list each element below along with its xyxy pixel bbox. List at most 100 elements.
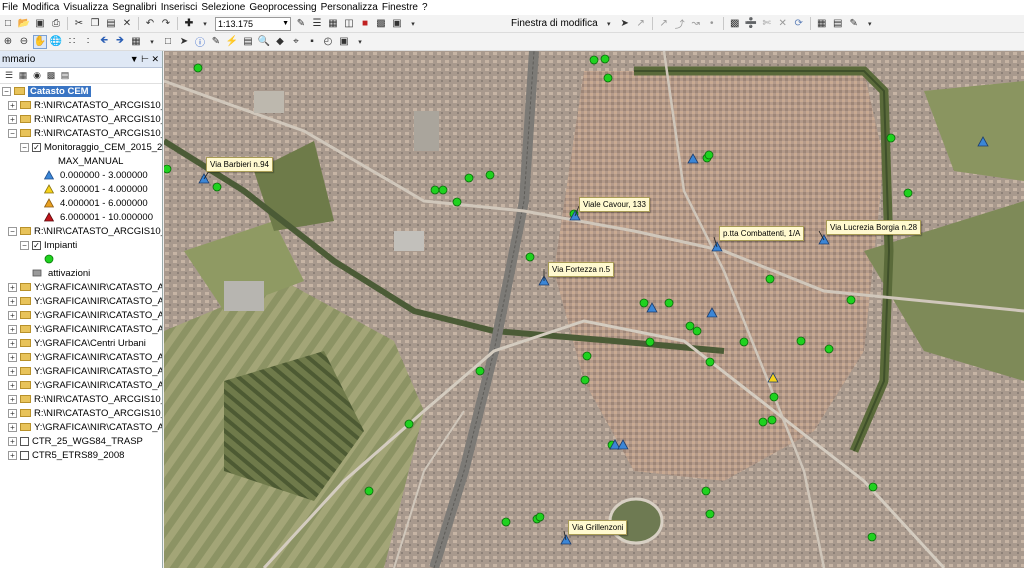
expand-icon[interactable]: +: [8, 422, 17, 432]
point-icon[interactable]: •: [705, 17, 719, 31]
catalog-icon[interactable]: ▦: [326, 17, 340, 31]
plants-layer-row[interactable]: − ✓ Impianti: [0, 238, 162, 252]
map-callout-label[interactable]: Via Lucrezia Borgia n.28: [826, 220, 922, 235]
expand-icon[interactable]: +: [8, 380, 17, 390]
map-callout-label[interactable]: Via Grillenzoni: [568, 520, 628, 535]
sketch-properties-icon[interactable]: ▤: [831, 17, 845, 31]
map-callout-label[interactable]: p.tta Combattenti, 1/A: [719, 226, 805, 241]
editor-dropdown-icon[interactable]: ▾: [602, 17, 616, 31]
edit-annotation-icon[interactable]: ↗: [634, 17, 648, 31]
plant-site-marker[interactable]: [705, 509, 715, 519]
plant-site-marker[interactable]: [846, 295, 856, 305]
layer-row[interactable]: + CTR5_ETRS89_2008: [0, 448, 162, 462]
list-by-visibility-icon[interactable]: ◉: [31, 70, 43, 82]
rotate-icon[interactable]: ⟳: [792, 17, 806, 31]
undo-icon[interactable]: ↶: [143, 17, 157, 31]
expand-icon[interactable]: +: [8, 282, 17, 292]
cut-icon[interactable]: ✂: [72, 17, 86, 31]
editor-menu[interactable]: Finestra di modifica: [511, 18, 598, 29]
full-extent-icon[interactable]: 🌐: [49, 35, 63, 49]
layer-group-row[interactable]: + R:\NIR\CATASTO_ARCGIS10_fir: [0, 98, 162, 112]
add-data-icon[interactable]: ✚: [182, 17, 196, 31]
toolbar-options-icon[interactable]: ▾: [406, 17, 420, 31]
legend-class-row[interactable]: 4.000001 - 6.000000: [0, 196, 162, 210]
layer-group-row[interactable]: + R:\NIR\CATASTO_ARCGIS10_fir: [0, 392, 162, 406]
plant-site-marker[interactable]: [705, 357, 715, 367]
plant-site-marker[interactable]: [765, 274, 775, 284]
collapse-icon[interactable]: −: [2, 86, 11, 96]
tree-root-row[interactable]: − Catasto CEM: [0, 84, 162, 98]
expand-icon[interactable]: +: [8, 310, 17, 320]
expand-icon[interactable]: +: [8, 366, 17, 376]
plant-site-marker[interactable]: [501, 517, 511, 527]
cut-polygons-icon[interactable]: ✄: [760, 17, 774, 31]
plants-sublayer-row[interactable]: attivazioni: [0, 266, 162, 280]
save-icon[interactable]: ▣: [33, 17, 47, 31]
straight-segment-icon[interactable]: ↗: [657, 17, 671, 31]
plant-site-marker[interactable]: [886, 133, 896, 143]
endpoint-arc-icon[interactable]: ⤴: [673, 17, 687, 31]
map-callout-label[interactable]: Viale Cavour, 133: [579, 197, 651, 212]
layer-visibility-checkbox[interactable]: [20, 436, 29, 446]
arctoolbox-icon[interactable]: ■: [358, 17, 372, 31]
select-elements-icon[interactable]: ➤: [177, 35, 191, 49]
forward-icon[interactable]: 🡺: [113, 35, 127, 49]
monitoring-layer-row[interactable]: − ✓ Monitoraggio_CEM_2015_2C: [0, 140, 162, 154]
redo-icon[interactable]: ↷: [159, 17, 173, 31]
menu-segnalibri[interactable]: Segnalibri: [112, 2, 160, 13]
model-builder-icon[interactable]: ▣: [390, 17, 404, 31]
layer-group-row[interactable]: + R:\NIR\CATASTO_ARCGIS10_fir: [0, 406, 162, 420]
menu-finestre[interactable]: Finestre: [382, 2, 422, 13]
edit-vertices-icon[interactable]: ▩: [728, 17, 742, 31]
html-popup-2-icon[interactable]: ▤: [241, 35, 255, 49]
expand-icon[interactable]: +: [8, 436, 17, 446]
plant-site-marker[interactable]: [664, 298, 674, 308]
layer-group-row[interactable]: − R:\NIR\CATASTO_ARCGIS10_fir: [0, 224, 162, 238]
print-icon[interactable]: ⎙: [49, 17, 63, 31]
plant-site-marker[interactable]: [600, 54, 610, 64]
list-by-selection-icon[interactable]: ▩: [45, 70, 57, 82]
go-to-xy-icon[interactable]: ⌖: [289, 35, 303, 49]
plant-site-marker[interactable]: [769, 392, 779, 402]
plant-site-marker[interactable]: [767, 415, 777, 425]
layer-group-row[interactable]: + Y:\GRAFICA\NIR\CATASTO_ARC: [0, 294, 162, 308]
plant-site-marker[interactable]: [867, 532, 877, 542]
new-document-icon[interactable]: □: [1, 17, 15, 31]
legend-class-row[interactable]: 3.000001 - 4.000000: [0, 182, 162, 196]
map-canvas[interactable]: [164, 51, 1024, 568]
paste-icon[interactable]: ▤: [104, 17, 118, 31]
plant-site-marker[interactable]: [903, 188, 913, 198]
plant-site-marker[interactable]: [535, 512, 545, 522]
fixed-zoom-out-icon[interactable]: ∶: [81, 35, 95, 49]
list-by-source-icon[interactable]: ▦: [17, 70, 29, 82]
plant-site-marker[interactable]: [438, 185, 448, 195]
clear-selection-icon[interactable]: □: [161, 35, 175, 49]
open-icon[interactable]: 📂: [17, 17, 31, 31]
expand-icon[interactable]: +: [8, 408, 17, 418]
plant-site-marker[interactable]: [692, 326, 702, 336]
plant-site-marker[interactable]: [475, 366, 485, 376]
html-popup-icon[interactable]: ✎: [209, 35, 223, 49]
plant-site-marker[interactable]: [603, 73, 613, 83]
search-window-icon[interactable]: ◫: [342, 17, 356, 31]
plant-site-marker[interactable]: [464, 173, 474, 183]
plant-site-marker[interactable]: [645, 337, 655, 347]
delete-icon[interactable]: ✕: [120, 17, 134, 31]
layer-row[interactable]: + CTR_25_WGS84_TRASP: [0, 434, 162, 448]
collapse-icon[interactable]: −: [20, 142, 29, 152]
collapse-icon[interactable]: −: [8, 226, 17, 236]
plant-site-marker[interactable]: [193, 63, 203, 73]
legend-class-row[interactable]: 0.000000 - 3.000000: [0, 168, 162, 182]
plant-site-marker[interactable]: [485, 170, 495, 180]
identify-icon[interactable]: ⓘ: [193, 35, 207, 49]
find-route-icon[interactable]: ◆: [273, 35, 287, 49]
expand-icon[interactable]: +: [8, 100, 17, 110]
plant-site-marker[interactable]: [212, 182, 222, 192]
hyperlink-icon[interactable]: ⚡: [225, 35, 239, 49]
plant-site-marker[interactable]: [164, 164, 172, 174]
select-dropdown-icon[interactable]: ▾: [145, 35, 159, 49]
menu-visualizza[interactable]: Visualizza: [63, 2, 112, 13]
layer-group-row[interactable]: + Y:\GRAFICA\NIR\CATASTO_ARC: [0, 322, 162, 336]
map-view[interactable]: Via Barbieri n.94 Viale Cavour, 133 p.tta …: [164, 51, 1024, 568]
layer-group-row[interactable]: + R:\NIR\CATASTO_ARCGIS10_fir: [0, 112, 162, 126]
